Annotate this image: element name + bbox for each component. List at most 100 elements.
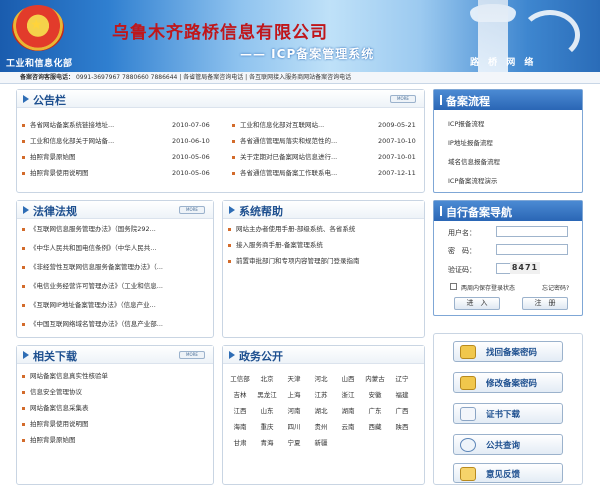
- gov-region-link[interactable]: 湖南: [335, 405, 361, 415]
- law-item[interactable]: 《互联网信息服务管理办法》（国务院292...: [22, 222, 210, 236]
- gov-region-link[interactable]: 河南: [281, 405, 307, 415]
- gov-region-link[interactable]: 江西: [227, 405, 253, 415]
- gov-region-link[interactable]: 新疆: [308, 437, 334, 447]
- gov-region-link[interactable]: 上海: [281, 389, 307, 399]
- bullet-icon: [22, 155, 25, 159]
- help-item[interactable]: 前置审批部门和专项内容管理部门登录指南: [228, 254, 420, 268]
- help-item[interactable]: 网站主办者使用手册-部级系统、各省系统: [228, 222, 420, 236]
- username-input[interactable]: [496, 226, 568, 237]
- gov-region-link[interactable]: 贵州: [308, 421, 334, 431]
- feedback-button[interactable]: 意见反馈: [453, 463, 563, 483]
- help-panel: 系统帮助: [222, 200, 425, 338]
- bullet-icon: [228, 243, 231, 247]
- hotline-phones: 0991-3697967 7880660 7886644: [75, 74, 178, 81]
- triangle-icon: [23, 95, 29, 103]
- notice-date: 2007-12-11: [378, 169, 416, 177]
- magnifier-icon: [460, 438, 476, 452]
- gov-region-link[interactable]: 西藏: [362, 421, 388, 431]
- gov-region-link[interactable]: 广东: [362, 405, 388, 415]
- gov-region-link[interactable]: 宁夏: [281, 437, 307, 447]
- notice-date: 2007-10-01: [378, 153, 416, 161]
- notice-more-button[interactable]: MORE: [390, 95, 416, 103]
- gov-region-link[interactable]: 青海: [254, 437, 280, 447]
- register-button[interactable]: 注 册: [522, 297, 568, 310]
- change-password-button[interactable]: 修改备案密码: [453, 372, 563, 393]
- download-item[interactable]: 网站备案信息采集表: [22, 401, 210, 415]
- law-item[interactable]: 《中华人民共和国电信条例》（中华人民共...: [22, 241, 210, 255]
- flow-title: 备案流程: [446, 95, 490, 108]
- downloads-panel: 相关下载 MORE: [16, 345, 214, 485]
- recover-password-button[interactable]: 找回备案密码: [453, 341, 563, 362]
- gov-region-link[interactable]: 福建: [389, 389, 415, 399]
- download-item-text: 网站备案信息采集表: [30, 404, 89, 412]
- flow-link-icp[interactable]: ICP报备流程: [448, 118, 484, 128]
- law-item[interactable]: 《互联网IP地址备案管理办法》（信息产业...: [22, 298, 210, 312]
- gov-region-link[interactable]: 江苏: [308, 389, 334, 399]
- gov-region-link[interactable]: 山西: [335, 373, 361, 383]
- download-item[interactable]: 信息安全管理协议: [22, 385, 210, 399]
- gov-region-link[interactable]: 湖北: [308, 405, 334, 415]
- laws-more-button[interactable]: MORE: [179, 206, 205, 214]
- help-item[interactable]: 接入服务商手册-备案管理系统: [228, 238, 420, 252]
- triangle-icon: [23, 351, 29, 359]
- download-item[interactable]: 网站备案信息真实性核验单: [22, 369, 210, 383]
- gov-region-link[interactable]: 吉林: [227, 389, 253, 399]
- bullet-icon: [22, 284, 25, 288]
- gov-region-link[interactable]: 辽宁: [389, 373, 415, 383]
- gov-region-link[interactable]: 四川: [281, 421, 307, 431]
- download-item[interactable]: 拍照背景原始图: [22, 433, 210, 447]
- gov-region-link[interactable]: 重庆: [254, 421, 280, 431]
- law-item[interactable]: 《电信业务经营许可管理办法》（工业和信息...: [22, 279, 210, 293]
- gov-region-link[interactable]: 工信部: [227, 373, 253, 383]
- notice-date: 2010-07-06: [172, 121, 210, 129]
- gov-region-link[interactable]: 北京: [254, 373, 280, 383]
- isp-hotline-link[interactable]: 各互联网接入服务商网站备案咨询电话: [249, 74, 351, 81]
- gov-region-link[interactable]: 浙江: [335, 389, 361, 399]
- bullet-icon: [22, 139, 25, 143]
- gov-region-link[interactable]: 天津: [281, 373, 307, 383]
- certificate-download-button[interactable]: 证书下载: [453, 403, 563, 424]
- change-password-label: 修改备案密码: [486, 379, 538, 389]
- login-button[interactable]: 进 入: [454, 297, 500, 310]
- gov-region-link[interactable]: 海南: [227, 421, 253, 431]
- forgot-password-link[interactable]: 忘记密码?: [542, 283, 569, 292]
- law-item-text: 《电信业务经营许可管理办法》（工业和信息...: [30, 282, 163, 290]
- triangle-icon: [229, 206, 235, 214]
- provincial-hotline-link[interactable]: 各省管局备案咨询电话: [183, 74, 243, 81]
- hotline-bar: 备案咨询客服电话： 0991-3697967 7880660 7886644 |…: [0, 72, 600, 84]
- gov-region-link[interactable]: 黑龙江: [254, 389, 280, 399]
- public-query-button[interactable]: 公共查询: [453, 434, 563, 455]
- notice-item[interactable]: 各省通信管理局备案工作联系电...: [232, 166, 356, 180]
- notice-item-text: 拍照背景原始图: [30, 153, 76, 161]
- gov-region-link[interactable]: 山东: [254, 405, 280, 415]
- notice-item[interactable]: 拍照背景使用说明图: [22, 166, 142, 180]
- notice-item[interactable]: 各省通信管理局落实和规范性的...: [232, 134, 356, 148]
- gov-region-link[interactable]: 陕西: [389, 421, 415, 431]
- notice-item[interactable]: 关于定期对已备案网站信息进行...: [232, 150, 356, 164]
- gov-region-link[interactable]: 云南: [335, 421, 361, 431]
- notice-item[interactable]: 工业和信息化部关于网站备...: [22, 134, 142, 148]
- downloads-more-button[interactable]: MORE: [179, 351, 205, 359]
- gov-region-link[interactable]: 安徽: [362, 389, 388, 399]
- notice-date: 2010-06-10: [172, 137, 210, 145]
- gov-region-link[interactable]: 甘肃: [227, 437, 253, 447]
- bullet-icon: [232, 155, 235, 159]
- notice-item[interactable]: 工业和信息化部对互联网站...: [232, 118, 356, 132]
- law-item[interactable]: 《非经营性互联网信息服务备案管理办法》（...: [22, 260, 210, 274]
- download-item[interactable]: 拍照背景使用说明图: [22, 417, 210, 431]
- captcha-label: 验证码：: [448, 266, 476, 274]
- law-item[interactable]: 《中国互联网络域名管理办法》（信息产业部...: [22, 317, 210, 331]
- gov-region-link[interactable]: 广西: [389, 405, 415, 415]
- triangle-icon: [229, 351, 235, 359]
- notice-item[interactable]: 拍照背景原始图: [22, 150, 142, 164]
- law-item-text: 《中国互联网络域名管理办法》（信息产业部...: [30, 320, 163, 328]
- flow-link-ip[interactable]: IP地址报备流程: [448, 137, 493, 147]
- remember-checkbox[interactable]: [450, 283, 457, 290]
- gov-region-link[interactable]: 内蒙古: [362, 373, 388, 383]
- notice-item-text: 各省网站备案系统链接地址...: [30, 121, 115, 129]
- flow-link-domain[interactable]: 域名信息报备流程: [448, 156, 500, 166]
- gov-region-link[interactable]: 河北: [308, 373, 334, 383]
- notice-item[interactable]: 各省网站备案系统链接地址...: [22, 118, 142, 132]
- flow-link-demo[interactable]: ICP备案流程演示: [448, 175, 497, 185]
- password-input[interactable]: [496, 244, 568, 255]
